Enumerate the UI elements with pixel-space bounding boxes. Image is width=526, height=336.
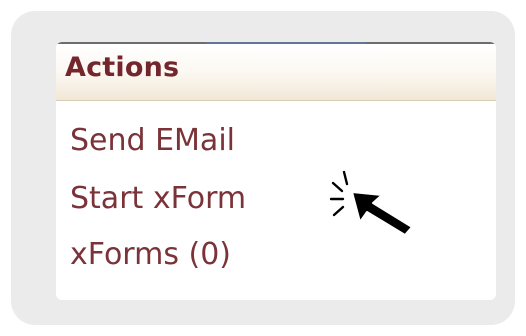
start-xform-link[interactable]: Start xForm bbox=[70, 184, 246, 214]
panel-header-divider bbox=[56, 100, 496, 101]
actions-panel-title: Actions bbox=[65, 52, 180, 83]
actions-panel: Actions Send EMail Start xForm xForms (0… bbox=[56, 42, 496, 300]
pointer-arrow-icon bbox=[352, 192, 413, 236]
send-email-link[interactable]: Send EMail bbox=[70, 126, 235, 156]
xforms-link[interactable]: xForms (0) bbox=[70, 240, 231, 270]
